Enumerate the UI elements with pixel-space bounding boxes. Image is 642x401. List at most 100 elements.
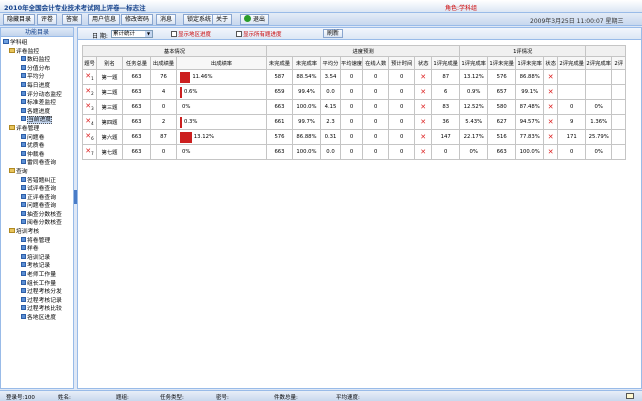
menu-item[interactable]: 隐藏目录 [3, 14, 36, 25]
question-number: 3 [91, 106, 94, 112]
completion-rate-bar-cell: 11.46% [176, 69, 267, 85]
column-header[interactable]: 未完成率 [292, 56, 321, 70]
tree-item[interactable]: 数码监控 [3, 56, 73, 65]
menu-item[interactable]: 关于 [212, 14, 233, 25]
table-cell: 100.0% [515, 144, 545, 160]
chevron-down-icon[interactable]: ▼ [145, 31, 152, 37]
tree-item[interactable]: 平均分 [3, 73, 73, 82]
completion-rate-bar [180, 87, 182, 98]
tree-item[interactable]: 答错题纠正 [3, 176, 73, 186]
refresh-button[interactable]: 刷新 [323, 29, 344, 38]
tree-item[interactable]: 培训记录 [3, 253, 73, 263]
tree-item-label: 标准差监控 [27, 100, 56, 107]
table-cell: 0 [557, 144, 587, 160]
tree-item[interactable]: 正评卷查询 [3, 193, 73, 203]
table-cell: 0 [362, 99, 390, 115]
tree-item[interactable]: 问题卷查询 [3, 202, 73, 211]
column-header[interactable]: 平均分 [320, 56, 341, 70]
column-header[interactable]: 别名 [96, 56, 123, 70]
tree-item[interactable]: 评卷管理 [3, 124, 73, 134]
column-header[interactable]: 题号 [82, 56, 97, 70]
column-header[interactable]: 预计时间 [388, 56, 416, 70]
tree-item-label: 试评卷查询 [27, 186, 56, 193]
tree-item[interactable]: 考核记录 [3, 262, 73, 271]
root-icon [3, 39, 9, 44]
status-cell: ✕ [414, 69, 433, 85]
column-header[interactable]: 2评完成率 [585, 56, 613, 70]
show-region-progress-checkbox[interactable]: 显示地区进度 [171, 30, 211, 38]
tree-item[interactable]: 查询 [3, 167, 73, 177]
checkbox-icon[interactable] [171, 30, 177, 37]
menu-item[interactable]: 消息 [156, 14, 177, 25]
menu-item[interactable]: 评卷 [37, 14, 58, 25]
table-cell: 99.4% [292, 84, 321, 100]
menu-item[interactable]: 用户信息 [88, 14, 121, 25]
tree-item[interactable]: 评卷监控 [3, 47, 73, 57]
page-icon [21, 116, 26, 122]
tree-item[interactable]: 分值分布 [3, 64, 73, 74]
tree-item[interactable]: 抽查分数核查 [3, 210, 73, 220]
tree-item[interactable]: 样卷 [3, 245, 73, 254]
tree-item[interactable]: 培训考核 [3, 228, 73, 237]
tree-item[interactable]: 雷同卷查询 [3, 159, 73, 168]
table-row[interactable]: ✕4 第四题 663 2 0.3% 661 99.7% 2.3 0 0 0 ✕ 36 5.43% 627 94… [82, 114, 627, 130]
tree-item[interactable]: 优质卷 [3, 142, 73, 151]
column-header[interactable]: 出成绩量 [150, 56, 177, 70]
status-error-icon: ✕ [547, 73, 554, 81]
table-row[interactable]: ✕2 第二题 663 4 0.6% 659 99.4% 0.0 0 0 0 ✕ 6 0.9% 657 99.1… [82, 84, 627, 100]
column-header[interactable]: 未完成量 [266, 56, 293, 70]
tree-item[interactable]: 仲裁卷 [3, 150, 73, 160]
tree-item[interactable]: 将卷管理 [3, 236, 73, 246]
column-header[interactable]: 1评完成量 [431, 56, 461, 70]
tree-item[interactable]: 过程考核比较 [3, 305, 73, 314]
tree-item[interactable]: 组长工作量 [3, 279, 73, 289]
date-select[interactable]: 累计统计 ▼ [111, 30, 153, 38]
tree-item[interactable]: 评分动态监控 [3, 90, 73, 100]
menu-item[interactable]: 修改密码 [121, 14, 154, 25]
table-cell: 516 [487, 129, 517, 145]
menu-item[interactable]: 锁定系统 [183, 14, 216, 25]
checkbox-icon[interactable] [236, 30, 242, 37]
column-header[interactable]: 平均速度 [339, 56, 364, 70]
mail-icon[interactable] [626, 393, 634, 399]
exit-button[interactable]: 退出 [240, 14, 270, 25]
column-header[interactable]: 1评未完率 [515, 56, 545, 70]
question-number-cell[interactable]: ✕4 [82, 114, 97, 130]
tree-item[interactable]: 过程考核分发 [3, 288, 73, 297]
column-header[interactable]: 2评完成量 [557, 56, 587, 70]
table-cell: 0 [362, 84, 390, 100]
tree-item[interactable]: 试评卷查询 [3, 185, 73, 194]
tree-item[interactable]: 过程考核记录 [3, 296, 73, 306]
question-number-cell[interactable]: ✕3 [82, 99, 97, 115]
tree-item[interactable]: 每日进度 [3, 81, 73, 91]
tree-item[interactable]: 标准差监控 [3, 99, 73, 108]
table-row[interactable]: ✕3 第三题 663 0 0% 663 100.0% 4.15 0 0 0 ✕ 83 12.52% 580 8… [82, 99, 627, 115]
table-row[interactable]: ✕6 第六题 663 87 13.12% 576 86.88% 0.31 0 0 0 ✕ 147 22.1… [82, 129, 627, 145]
question-number-cell[interactable]: ✕2 [82, 84, 97, 100]
table-row[interactable]: ✕1 第一题 663 76 11.46% 587 88.54% 3.54 0 0 0 ✕ 87 13.12… [82, 69, 627, 85]
column-header[interactable]: 1评未完量 [487, 56, 517, 70]
tree-item[interactable]: 各地区进度 [3, 314, 73, 323]
column-header[interactable]: 任务总量 [122, 56, 151, 70]
column-header[interactable]: 在线人数 [362, 56, 390, 70]
table-cell: 0 [362, 114, 390, 130]
column-header[interactable]: 出成绩率 [176, 56, 267, 70]
question-number-cell[interactable]: ✕1 [82, 69, 97, 85]
question-number-cell[interactable]: ✕6 [82, 129, 97, 145]
tree-item[interactable]: 当前进度 [3, 116, 73, 125]
column-header[interactable]: 2评 [611, 56, 627, 70]
tree-item[interactable]: 学科组 [3, 39, 73, 48]
table-row[interactable]: ✕7 第七题 663 0 0% 663 100.0% 0.0 0 0 0 ✕ 0 0% 663 100.0% ✕… [82, 144, 627, 160]
column-header[interactable]: 状态 [543, 56, 559, 70]
show-all-progress-checkbox[interactable]: 显示所有题进度 [236, 30, 282, 38]
tree-item[interactable]: 老师工作量 [3, 271, 73, 280]
tree-item[interactable]: 阅卷分数核查 [3, 219, 73, 228]
tree-item[interactable]: 问题卷 [3, 133, 73, 143]
column-header[interactable]: 状态 [414, 56, 433, 70]
table-cell: 83 [431, 99, 461, 115]
column-header[interactable]: 1评完成率 [459, 56, 489, 70]
question-number-cell[interactable]: ✕7 [82, 144, 97, 160]
page-icon [21, 219, 26, 225]
menu-item[interactable]: 答案 [62, 14, 83, 25]
table-cell: 580 [487, 99, 517, 115]
